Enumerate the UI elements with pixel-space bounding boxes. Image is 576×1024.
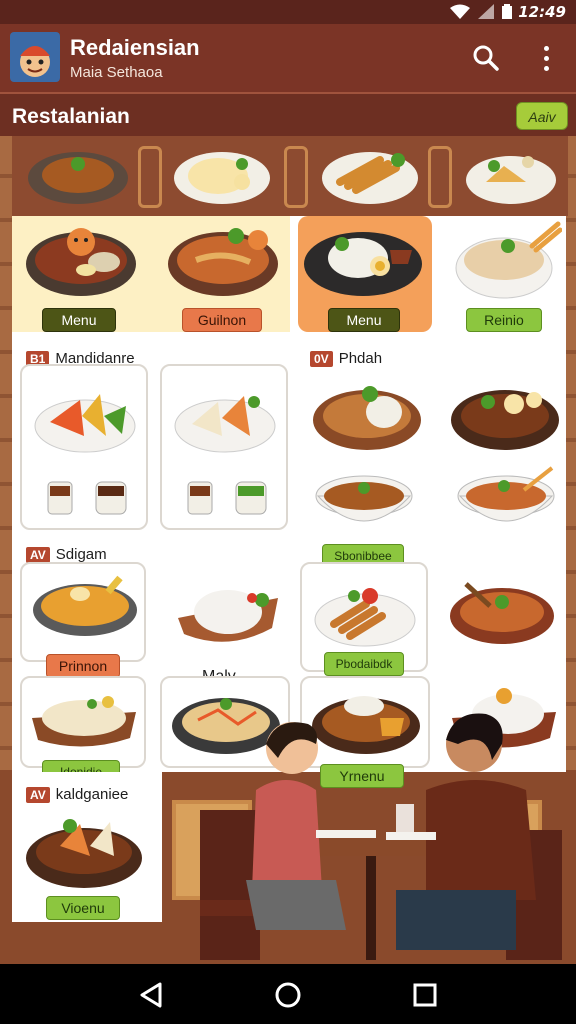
section-badge: 0V <box>310 351 333 367</box>
menu-item-label[interactable]: Prinnon <box>46 654 120 678</box>
system-navigation-bar <box>0 964 576 1024</box>
section-heading: AV Sdigam <box>26 546 107 563</box>
section-heading: AV kaldganiee <box>26 786 128 803</box>
featured-dishes-strip <box>12 136 568 216</box>
decorative-carving <box>138 146 162 208</box>
menu-item-image[interactable] <box>452 216 563 307</box>
app-subtitle: Maia Sethaoa <box>70 64 163 81</box>
back-button[interactable] <box>136 980 166 1010</box>
wifi-icon <box>450 4 470 19</box>
featured-dish-image[interactable] <box>26 142 130 211</box>
app-bar: Redaiensian Maia Sethaoa <box>0 24 576 92</box>
menu-card[interactable] <box>20 364 148 530</box>
more-dot-icon <box>543 65 549 71</box>
menu-item-label[interactable]: Pbodaibdk <box>324 652 404 676</box>
section-heading-text: kaldganiee <box>55 786 129 803</box>
more-dot-icon <box>543 55 549 61</box>
section-title: Restalanian <box>12 105 130 128</box>
more-dot-icon <box>543 45 549 51</box>
section-action-button[interactable]: Aaiv <box>516 102 568 130</box>
menu-item-image[interactable] <box>448 374 562 459</box>
menu-item-image[interactable] <box>166 220 280 305</box>
search-button[interactable] <box>470 42 502 74</box>
menu-item-image[interactable] <box>302 220 424 305</box>
featured-dish-image[interactable] <box>320 142 420 211</box>
menu-grid: Menu Guilnon Menu Reinio B1 Mandidanre 0V… <box>12 216 566 784</box>
menu-item-label[interactable]: Menu <box>328 308 400 332</box>
menu-item-label[interactable]: Vioenu <box>46 896 120 920</box>
back-icon <box>140 982 162 1008</box>
app-title: Redaiensian <box>70 35 200 60</box>
menu-card[interactable] <box>20 676 146 768</box>
diners-illustration <box>200 713 562 960</box>
section-heading-text: Sdigam <box>55 546 107 563</box>
menu-item-image[interactable] <box>446 572 558 657</box>
menu-item-label[interactable]: Guilnon <box>182 308 262 332</box>
menu-item-image[interactable] <box>310 374 424 459</box>
section-header: Restalanian Aaiv <box>0 92 576 136</box>
recents-icon <box>413 983 437 1007</box>
search-icon <box>473 45 499 71</box>
more-options-button[interactable] <box>532 42 560 74</box>
battery-icon <box>502 4 512 19</box>
section-badge: AV <box>26 547 50 563</box>
home-icon <box>275 982 301 1008</box>
menu-item-image[interactable] <box>312 460 416 541</box>
menu-card[interactable] <box>20 562 146 662</box>
signal-icon <box>478 4 494 19</box>
menu-item-image[interactable] <box>172 572 284 657</box>
menu-item-image[interactable] <box>20 806 148 901</box>
menu-card[interactable] <box>160 364 288 530</box>
recents-button[interactable] <box>410 980 440 1010</box>
home-button[interactable] <box>273 980 303 1010</box>
section-badge: AV <box>26 787 50 803</box>
menu-item-label[interactable]: Menu <box>42 308 116 332</box>
status-bar: 12:49 <box>0 0 576 24</box>
menu-item-label[interactable]: Reinio <box>466 308 542 332</box>
featured-dish-image[interactable] <box>464 142 558 211</box>
decorative-carving <box>428 146 452 208</box>
clock: 12:49 <box>518 3 566 21</box>
app-logo[interactable] <box>10 32 60 82</box>
decorative-carving <box>284 146 308 208</box>
menu-item-image[interactable] <box>24 220 138 305</box>
featured-dish-image[interactable] <box>172 142 272 211</box>
section-heading-text: Phdah <box>338 350 383 367</box>
menu-item-image[interactable] <box>454 460 558 541</box>
status-icons <box>450 4 512 19</box>
section-heading: 0V Phdah <box>310 350 382 367</box>
